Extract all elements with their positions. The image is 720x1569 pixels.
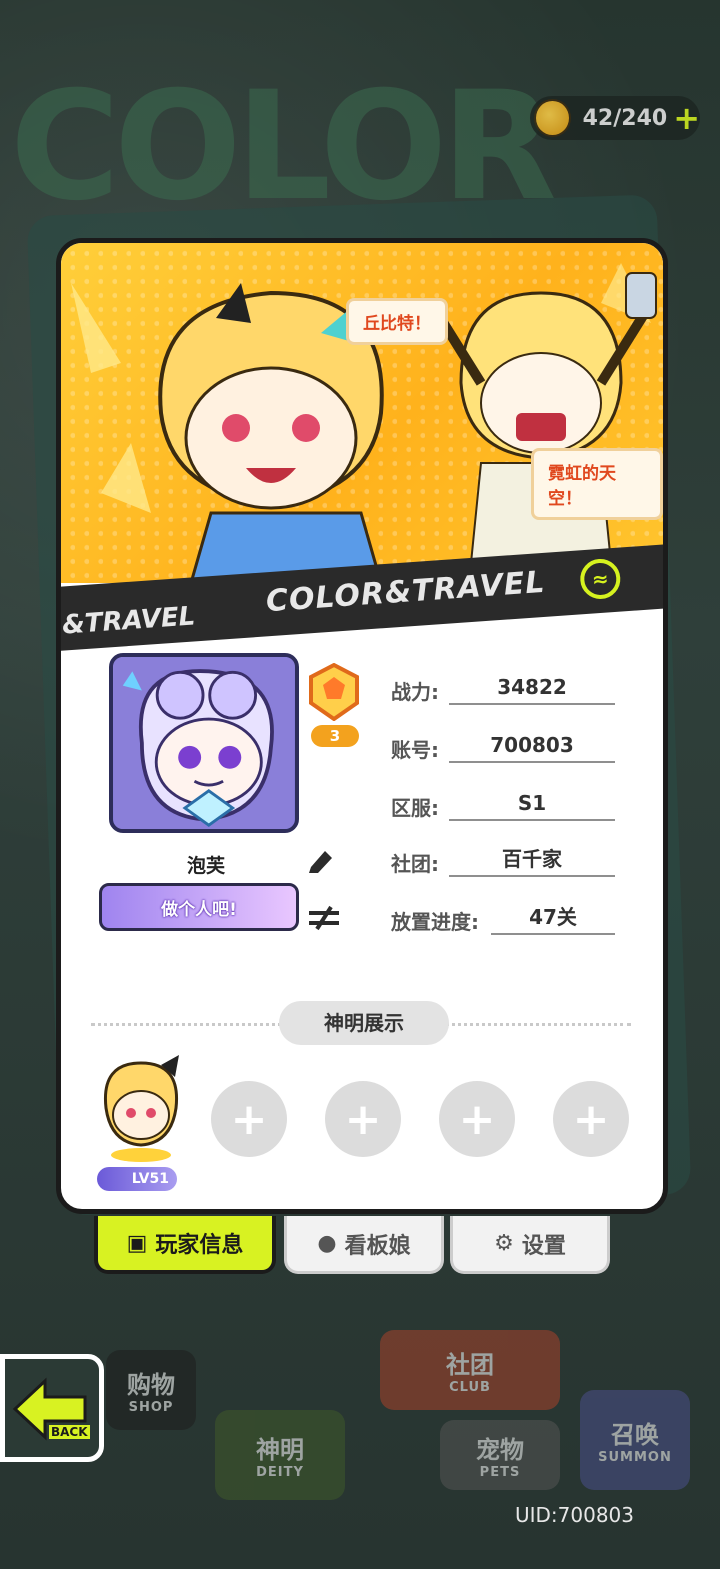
back-label: BACK (49, 1425, 90, 1439)
rank-level-badge: 3 (311, 725, 359, 747)
stamina-coin-icon (534, 99, 571, 137)
person-icon: ● (317, 1231, 337, 1256)
player-info-card: 丘比特！ 霓虹的天空！ &TRAVEL COLOR&TRAVEL ≈ 3 泡芙 … (56, 238, 668, 1214)
deity-slot-empty[interactable]: + (325, 1081, 401, 1157)
deity-level-badge: LV51 (97, 1167, 177, 1191)
stat-row-power: 战力: 34822 (391, 673, 615, 705)
nav-deity-label: 神明 (256, 1436, 304, 1464)
deity-showcase-title: 神明展示 (279, 1001, 449, 1045)
swap-motto-icon[interactable] (307, 905, 341, 931)
deity-portrait[interactable] (91, 1053, 191, 1163)
stat-value: 34822 (449, 673, 615, 705)
speech-bubble-neon-sky: 霓虹的天空！ (531, 448, 663, 520)
rank-badge-icon[interactable] (305, 663, 363, 721)
stat-label: 区服: (391, 796, 439, 820)
nav-shop-sub: SHOP (128, 1400, 174, 1415)
tab-label: 设置 (521, 1233, 566, 1259)
tab-player-info[interactable]: ▣ 玩家信息 (94, 1216, 276, 1274)
nav-club[interactable]: 社团 CLUB (380, 1330, 560, 1410)
id-card-icon: ▣ (126, 1230, 148, 1256)
stat-row-idle-progress: 放置进度: 47关 (391, 903, 615, 935)
nav-shop[interactable]: 购物 SHOP (106, 1350, 196, 1430)
stat-row-server: 区服: S1 (391, 789, 615, 821)
brand-logo-icon: ≈ (578, 557, 622, 601)
stat-value: 47关 (491, 903, 615, 935)
stat-label: 战力: (391, 680, 439, 704)
back-arrow-icon (12, 1377, 87, 1441)
nav-pets[interactable]: 宠物 PETS (440, 1420, 560, 1490)
stat-row-club: 社团: 百千家 (391, 845, 615, 877)
nav-pets-sub: PETS (479, 1465, 521, 1480)
speech-bubble-cupid: 丘比特！ (346, 298, 448, 345)
stat-label: 账号: (391, 738, 439, 762)
motto-text: 做个人吧! (161, 899, 237, 920)
deity-slot-empty[interactable]: + (439, 1081, 515, 1157)
nav-summon-label: 召唤 (611, 1421, 659, 1449)
edit-name-icon[interactable] (305, 847, 335, 873)
nav-club-label: 社团 (446, 1351, 494, 1379)
nav-shop-label: 购物 (127, 1371, 175, 1399)
stat-label: 放置进度: (391, 910, 479, 934)
gear-icon: ⚙ (494, 1231, 514, 1256)
nav-deity-sub: DEITY (256, 1465, 304, 1480)
add-stamina-button[interactable]: + (673, 102, 700, 134)
nav-deity[interactable]: 神明 DEITY (215, 1410, 345, 1500)
strip-text-main: COLOR&TRAVEL (264, 564, 547, 620)
deity-slot-empty[interactable]: + (553, 1081, 629, 1157)
stat-value: S1 (449, 789, 615, 821)
avatar-portrait (113, 657, 295, 829)
tab-settings[interactable]: ⚙ 设置 (450, 1216, 610, 1274)
strip-text-left: &TRAVEL (61, 601, 197, 641)
back-button[interactable]: BACK (0, 1354, 104, 1462)
tab-mascot[interactable]: ● 看板娘 (284, 1216, 444, 1274)
stat-label: 社团: (391, 852, 439, 876)
tab-label: 看板娘 (344, 1233, 411, 1259)
nav-club-sub: CLUB (449, 1380, 491, 1395)
stat-value: 百千家 (449, 845, 615, 877)
tab-label: 玩家信息 (155, 1233, 244, 1258)
stat-value: 700803 (449, 731, 615, 763)
user-id: UID:700803 (514, 1503, 634, 1527)
profile-banner: 丘比特！ 霓虹的天空！ (61, 243, 663, 583)
bottom-navigation: 购物 SHOP 神明 DEITY 社团 CLUB 宠物 PETS 召唤 SUMM… (0, 1280, 720, 1510)
nav-summon[interactable]: 召唤 SUMMON (580, 1390, 690, 1490)
nav-summon-sub: SUMMON (598, 1450, 672, 1465)
deity-slot-empty[interactable]: + (211, 1081, 287, 1157)
nav-pets-label: 宠物 (476, 1436, 524, 1464)
stat-row-account: 账号: 700803 (391, 731, 615, 763)
player-name: 泡芙 (186, 855, 225, 877)
stamina-counter[interactable]: 42/240 + (530, 96, 700, 140)
motto-banner[interactable]: 做个人吧! (99, 883, 299, 931)
stamina-value: 42/240 (582, 105, 668, 131)
player-avatar[interactable] (109, 653, 299, 833)
